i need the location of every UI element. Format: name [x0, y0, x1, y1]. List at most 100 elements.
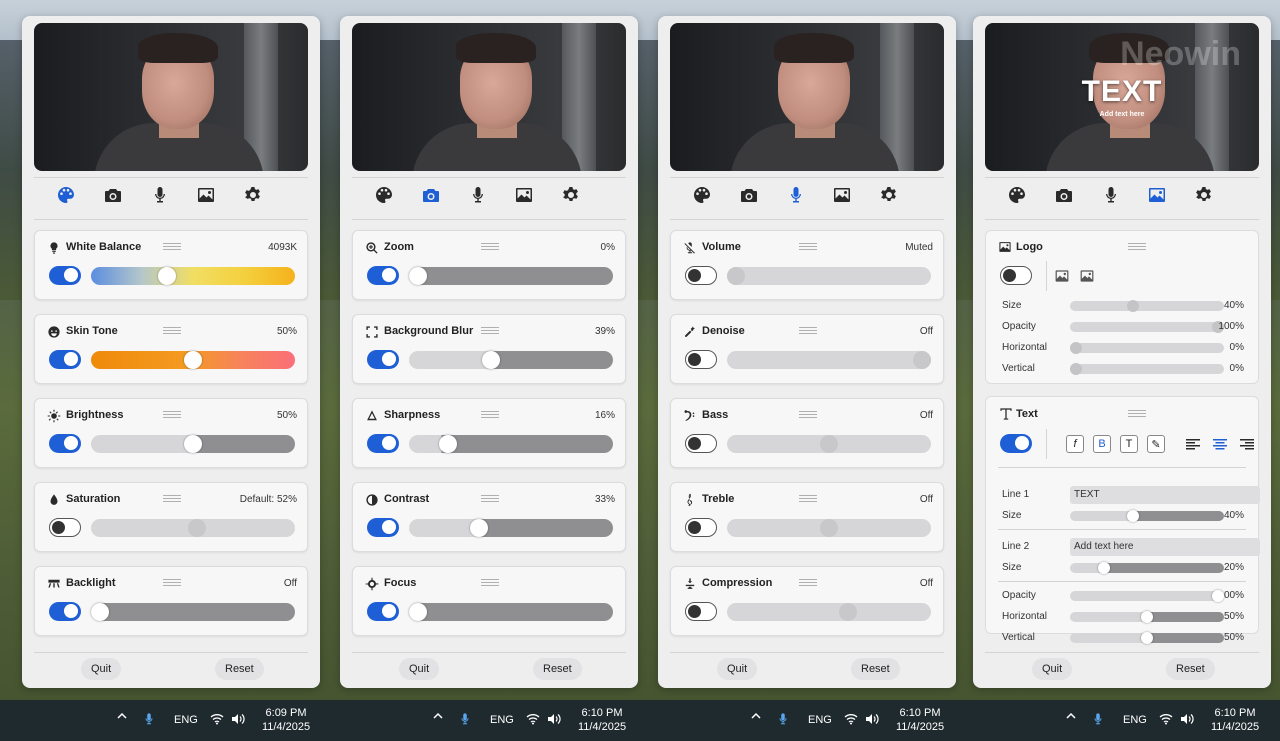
slider-thumb[interactable] [184, 435, 202, 453]
value-slider[interactable] [1070, 562, 1224, 574]
tab-camera[interactable] [102, 186, 124, 208]
tab-color[interactable] [691, 186, 713, 208]
value-slider[interactable] [727, 603, 931, 621]
value-slider[interactable] [1070, 342, 1224, 354]
value-slider[interactable] [409, 603, 613, 621]
slider-thumb[interactable] [409, 603, 427, 621]
value-slider[interactable] [409, 351, 613, 369]
volume-icon[interactable] [547, 713, 561, 728]
slider-thumb[interactable] [482, 351, 500, 369]
slider-thumb[interactable] [1127, 300, 1139, 312]
slider-thumb[interactable] [1141, 611, 1153, 623]
align-center-button[interactable] [1213, 438, 1227, 450]
language-indicator[interactable]: ENG [174, 714, 198, 726]
slider-thumb[interactable] [188, 519, 206, 537]
value-slider[interactable] [409, 519, 613, 537]
slider-thumb[interactable] [409, 267, 427, 285]
drag-handle[interactable] [799, 579, 817, 587]
tab-settings[interactable] [878, 186, 900, 208]
logo-image-pick-icon[interactable] [1054, 268, 1070, 284]
enable-toggle[interactable] [685, 350, 717, 369]
slider-thumb[interactable] [820, 435, 838, 453]
enable-toggle[interactable] [1000, 434, 1032, 453]
tab-overlay[interactable] [195, 186, 217, 208]
font-button[interactable]: f [1066, 435, 1084, 453]
drag-handle[interactable] [799, 243, 817, 251]
line2-input[interactable]: Add text here [1070, 538, 1260, 556]
value-slider[interactable] [1070, 363, 1224, 375]
value-slider[interactable] [91, 519, 295, 537]
enable-toggle[interactable] [49, 350, 81, 369]
tab-audio[interactable] [1100, 186, 1122, 208]
clock[interactable]: 6:10 PM 11/4/2025 [1207, 706, 1263, 734]
enable-toggle[interactable] [1000, 266, 1032, 285]
slider-thumb[interactable] [1212, 590, 1224, 602]
volume-icon[interactable] [231, 713, 245, 728]
value-slider[interactable] [409, 267, 613, 285]
quit-button[interactable]: Quit [399, 658, 440, 680]
value-slider[interactable] [91, 603, 295, 621]
reset-button[interactable]: Reset [533, 658, 582, 680]
wifi-icon[interactable] [1159, 713, 1173, 728]
reset-button[interactable]: Reset [215, 658, 264, 680]
slider-thumb[interactable] [1141, 632, 1153, 644]
slider-thumb[interactable] [91, 603, 109, 621]
quit-button[interactable]: Quit [81, 658, 122, 680]
chevron-up-icon[interactable] [116, 710, 128, 725]
enable-toggle[interactable] [367, 434, 399, 453]
slider-thumb[interactable] [1098, 562, 1110, 574]
slider-thumb[interactable] [820, 519, 838, 537]
align-right-button[interactable] [1240, 438, 1254, 450]
language-indicator[interactable]: ENG [1123, 714, 1147, 726]
wifi-icon[interactable] [526, 713, 540, 728]
value-slider[interactable] [1070, 632, 1224, 644]
chevron-up-icon[interactable] [750, 710, 762, 725]
tab-overlay[interactable] [831, 186, 853, 208]
drag-handle[interactable] [163, 579, 181, 587]
tab-settings[interactable] [242, 186, 264, 208]
slider-thumb[interactable] [727, 267, 745, 285]
tab-color[interactable] [1006, 186, 1028, 208]
value-slider[interactable] [1070, 590, 1224, 602]
drag-handle[interactable] [481, 411, 499, 419]
value-slider[interactable] [91, 267, 295, 285]
drag-handle[interactable] [163, 243, 181, 251]
enable-toggle[interactable] [49, 434, 81, 453]
tab-camera[interactable] [420, 186, 442, 208]
drag-handle[interactable] [481, 579, 499, 587]
align-left-button[interactable] [1186, 438, 1200, 450]
slider-thumb[interactable] [439, 435, 457, 453]
enable-toggle[interactable] [367, 266, 399, 285]
wifi-icon[interactable] [210, 713, 224, 728]
value-slider[interactable] [1070, 611, 1224, 623]
value-slider[interactable] [1070, 510, 1224, 522]
drag-handle[interactable] [799, 495, 817, 503]
clock[interactable]: 6:10 PM 11/4/2025 [574, 706, 630, 734]
enable-toggle[interactable] [367, 602, 399, 621]
tab-audio[interactable] [467, 186, 489, 208]
tab-camera[interactable] [1053, 186, 1075, 208]
drag-handle[interactable] [163, 411, 181, 419]
tab-audio[interactable] [149, 186, 171, 208]
enable-toggle[interactable] [685, 434, 717, 453]
slider-thumb[interactable] [1070, 342, 1082, 354]
enable-toggle[interactable] [367, 518, 399, 537]
slider-thumb[interactable] [1070, 363, 1082, 375]
tab-audio[interactable] [785, 186, 807, 208]
tab-color[interactable] [373, 186, 395, 208]
value-slider[interactable] [727, 435, 931, 453]
drag-handle[interactable] [799, 411, 817, 419]
chevron-up-icon[interactable] [1065, 710, 1077, 725]
slider-thumb[interactable] [158, 267, 176, 285]
value-slider[interactable] [727, 351, 931, 369]
enable-toggle[interactable] [49, 602, 81, 621]
value-slider[interactable] [727, 267, 931, 285]
enable-toggle[interactable] [367, 350, 399, 369]
quit-button[interactable]: Quit [1032, 658, 1073, 680]
drag-handle[interactable] [1128, 410, 1146, 418]
mic-icon[interactable] [142, 711, 156, 730]
language-indicator[interactable]: ENG [490, 714, 514, 726]
drag-handle[interactable] [1128, 243, 1146, 251]
logo-image-alt-icon[interactable] [1079, 268, 1095, 284]
value-slider[interactable] [1070, 300, 1224, 312]
